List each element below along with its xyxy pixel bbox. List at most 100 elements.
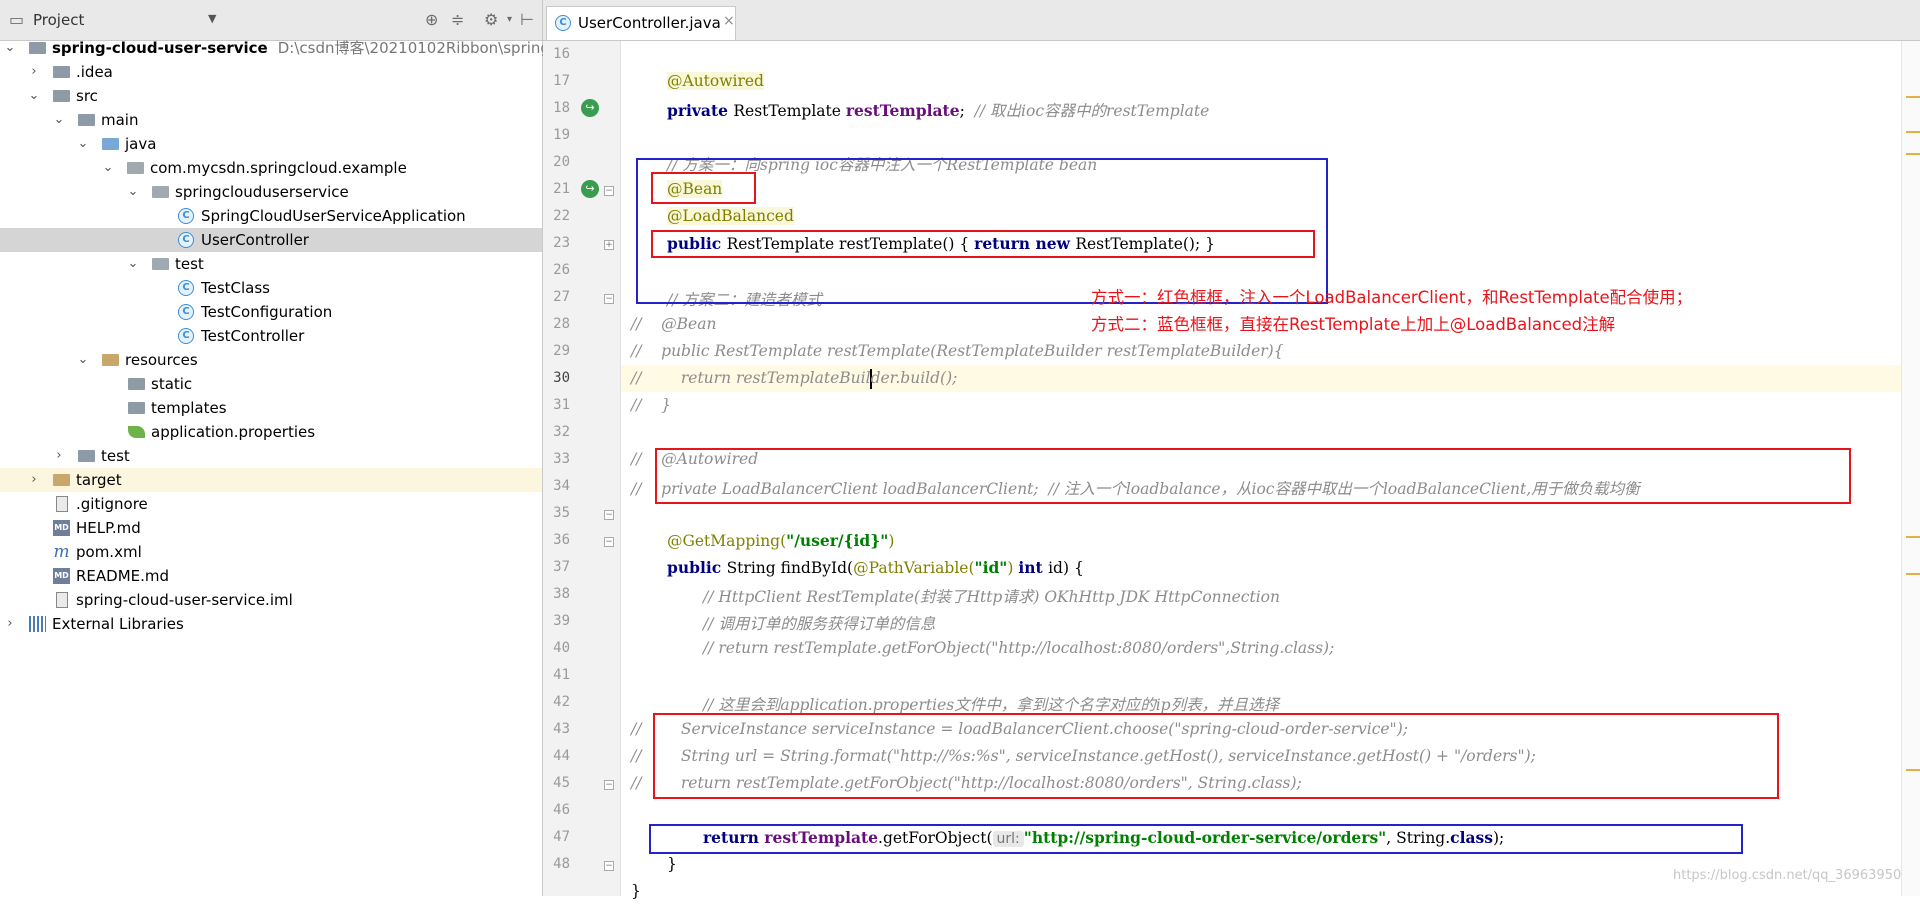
chevron-right-icon[interactable]: › — [26, 468, 42, 492]
fold-icon[interactable]: − — [604, 780, 614, 790]
marker-stripe — [1906, 536, 1920, 538]
tree-item-src[interactable]: ⌄ src — [0, 84, 542, 108]
marker-stripe — [1906, 153, 1920, 155]
tree-item-application-properties[interactable]: application.properties — [0, 420, 542, 444]
module-folder-icon — [29, 42, 46, 54]
tree-item-resources[interactable]: ⌄ resources — [0, 348, 542, 372]
code-comment: // @Bean — [631, 315, 717, 333]
chevron-right-icon[interactable]: › — [2, 612, 18, 636]
tree-item-help-md[interactable]: MD HELP.md — [0, 516, 542, 540]
tree-item-test[interactable]: › test — [0, 444, 542, 468]
chevron-down-icon[interactable]: ⌄ — [2, 36, 18, 60]
code-area[interactable]: @Autowired private RestTemplate restTemp… — [621, 41, 1901, 900]
line-number: 31 — [553, 397, 570, 413]
code-annotation: @Bean — [667, 180, 723, 198]
chevron-down-icon[interactable]: ⌄ — [125, 180, 141, 204]
code-comment: // } — [631, 396, 672, 414]
tree-item-label: .idea — [76, 63, 113, 81]
tree-item-pom[interactable]: m pom.xml — [0, 540, 542, 564]
tree-item-application-class[interactable]: C SpringCloudUserServiceApplication — [0, 204, 542, 228]
tree-item-static[interactable]: static — [0, 372, 542, 396]
line-number: 47 — [553, 829, 570, 845]
fold-icon[interactable]: − — [604, 537, 614, 547]
editor-scrollbar[interactable] — [1901, 41, 1920, 896]
spring-bean-gutter-icon[interactable]: ↪ — [581, 99, 599, 117]
tab-usercontroller[interactable]: C UserController.java × — [546, 6, 736, 40]
code-comment: // return restTemplate.getForObject("htt… — [703, 639, 1335, 657]
code-token: .getForObject( — [878, 829, 993, 847]
tree-item-testclass[interactable]: C TestClass — [0, 276, 542, 300]
code-token: id) { — [1048, 559, 1084, 577]
chevron-right-icon[interactable]: › — [26, 60, 42, 84]
project-header: ▭ Project ▼ ⊕ ≑ ⚙ ▾ ⊢ — [0, 0, 542, 41]
tree-item-templates[interactable]: templates — [0, 396, 542, 420]
tree-item-gitignore[interactable]: .gitignore — [0, 492, 542, 516]
folder-icon — [78, 450, 95, 462]
close-icon[interactable]: × — [723, 13, 735, 29]
tree-item-testconfiguration[interactable]: C TestConfiguration — [0, 300, 542, 324]
project-view-selector[interactable]: Project — [33, 11, 84, 29]
tree-item-label: spring-cloud-user-service.iml — [76, 591, 293, 609]
tree-item-root[interactable]: ⌄ spring-cloud-user-service D:\csdn博客\202… — [0, 36, 577, 60]
class-icon: C — [555, 15, 571, 31]
code-field: restTemplate — [764, 828, 879, 847]
code-line-21: @Bean — [621, 176, 1901, 203]
tree-item-iml[interactable]: spring-cloud-user-service.iml — [0, 588, 542, 612]
class-icon: C — [178, 304, 194, 320]
tree-item-label: README.md — [76, 567, 170, 585]
code-line-29: // public RestTemplate restTemplate(Rest… — [621, 338, 1901, 365]
tree-item-readme[interactable]: MD README.md — [0, 564, 542, 588]
markdown-icon: MD — [53, 568, 70, 584]
chevron-down-icon[interactable]: ▼ — [208, 12, 216, 25]
tree-item-usercontroller[interactable]: C UserController — [0, 228, 542, 252]
fold-icon[interactable]: − — [604, 510, 614, 520]
tree-item-test-package[interactable]: ⌄ test — [0, 252, 542, 276]
tree-item-testcontroller[interactable]: C TestController — [0, 324, 542, 348]
line-number: 26 — [553, 262, 570, 278]
tree-item-target[interactable]: › target — [0, 468, 542, 492]
gear-icon[interactable]: ⚙ — [484, 10, 498, 30]
folder-icon — [53, 66, 70, 78]
tree-item-external-libraries[interactable]: › External Libraries — [0, 612, 542, 636]
code-string: "/user/{id}" — [786, 531, 889, 550]
code-token: ; — [959, 102, 975, 120]
tree-item-java[interactable]: ⌄ java — [0, 132, 542, 156]
collapse-all-icon[interactable]: ≑ — [451, 10, 464, 30]
chevron-down-icon[interactable]: ⌄ — [75, 348, 91, 372]
fold-icon[interactable]: − — [604, 186, 614, 196]
chevron-down-icon[interactable]: ⌄ — [100, 156, 116, 180]
hide-panel-icon[interactable]: ⊢ — [520, 10, 534, 30]
code-line-44: // String url = String.format("http://%s… — [621, 743, 1901, 770]
chevron-down-icon[interactable]: ⌄ — [125, 252, 141, 276]
code-annotation: ) — [888, 532, 895, 550]
annotation-note: 方式一：红色框框，注入一个LoadBalancerClient，和RestTem… — [1091, 288, 1693, 307]
chevron-right-icon[interactable]: › — [51, 444, 67, 468]
tree-item-subpackage[interactable]: ⌄ springclouduserservice — [0, 180, 542, 204]
tree-item-label: application.properties — [151, 423, 316, 441]
spring-leaf-icon — [128, 426, 145, 438]
chevron-down-icon[interactable]: ⌄ — [51, 108, 67, 132]
tree-item-label: springclouduserservice — [175, 183, 349, 201]
chevron-down-icon[interactable]: ⌄ — [26, 84, 42, 108]
tree-item-idea[interactable]: › .idea — [0, 60, 542, 84]
line-number: 33 — [553, 451, 570, 467]
code-line-31: // } — [621, 392, 1901, 419]
tree-item-package[interactable]: ⌄ com.mycsdn.springcloud.example — [0, 156, 542, 180]
line-number: 48 — [553, 856, 570, 872]
code-line-45: // return restTemplate.getForObject("htt… — [621, 770, 1901, 797]
tree-item-main[interactable]: ⌄ main — [0, 108, 542, 132]
code-token: RestTemplate — [733, 102, 846, 120]
code-line-18: private RestTemplate restTemplate; // 取出… — [621, 95, 1901, 122]
tree-item-label: test — [101, 447, 130, 465]
line-number: 46 — [553, 802, 570, 818]
chevron-down-icon[interactable]: ⌄ — [75, 132, 91, 156]
gear-dropdown-icon[interactable]: ▾ — [507, 10, 512, 30]
tree-item-label: static — [151, 375, 193, 393]
spring-bean-gutter-icon[interactable]: ↪ — [581, 180, 599, 198]
locate-file-icon[interactable]: ⊕ — [425, 10, 438, 30]
code-annotation: @Autowired — [667, 72, 764, 90]
fold-icon[interactable]: − — [604, 294, 614, 304]
code-line-43: // ServiceInstance serviceInstance = loa… — [621, 716, 1901, 743]
fold-icon[interactable]: − — [604, 861, 614, 871]
fold-icon[interactable]: + — [604, 240, 614, 250]
